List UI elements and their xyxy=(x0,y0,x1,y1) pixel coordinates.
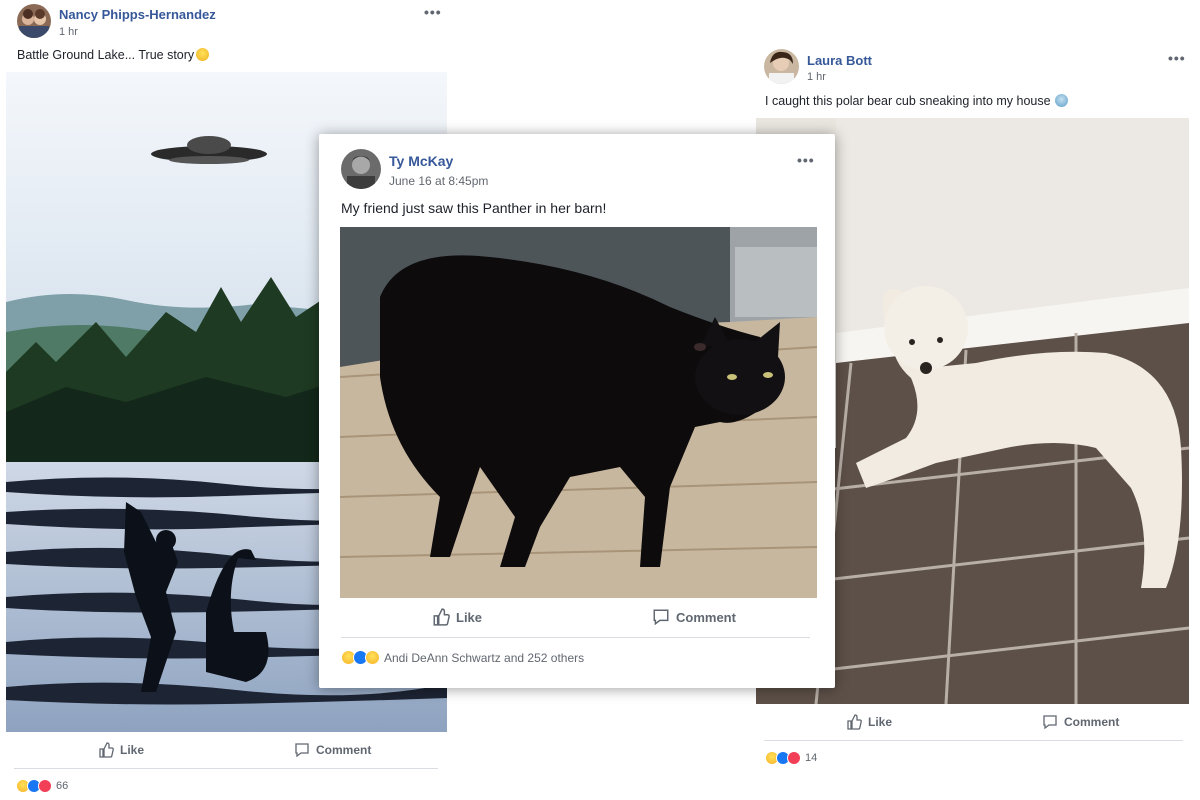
comment-button[interactable]: Comment xyxy=(652,608,736,626)
reactions-divider xyxy=(764,740,1183,741)
thumbs-up-icon xyxy=(99,742,114,758)
reaction-summary-text: Andi DeAnn Schwartz and 252 others xyxy=(384,650,585,665)
comment-bubble-icon xyxy=(653,609,669,626)
post-card-ty: Ty McKay June 16 at 8:45pm ••• My friend… xyxy=(319,134,835,688)
post-text: I caught this polar bear cub sneaking in… xyxy=(765,94,1068,108)
reaction-count: 14 xyxy=(805,752,818,764)
post-timestamp[interactable]: 1 hr xyxy=(59,26,78,38)
comment-bubble-icon xyxy=(1043,715,1057,730)
author-name[interactable]: Ty McKay xyxy=(389,153,453,169)
author-name[interactable]: Nancy Phipps-Hernandez xyxy=(59,7,216,22)
author-name[interactable]: Laura Bott xyxy=(807,53,872,68)
comment-button[interactable]: Comment xyxy=(294,742,371,758)
like-button[interactable]: Like xyxy=(98,742,144,758)
like-button[interactable]: Like xyxy=(846,714,892,730)
reactions-divider xyxy=(341,637,810,638)
author-avatar[interactable] xyxy=(17,4,51,38)
reaction-count: 66 xyxy=(56,780,69,792)
post-photo[interactable] xyxy=(340,227,817,598)
author-avatar[interactable] xyxy=(341,149,381,189)
smile-emoji-icon xyxy=(196,48,210,61)
post-timestamp[interactable]: 1 hr xyxy=(807,71,826,83)
scream-emoji-icon xyxy=(1054,94,1068,107)
post-text: My friend just saw this Panther in her b… xyxy=(341,200,607,216)
post-timestamp[interactable]: June 16 at 8:45pm xyxy=(389,174,488,188)
reactions-summary[interactable]: 14 xyxy=(765,751,817,765)
thumbs-up-icon xyxy=(847,714,862,730)
love-reaction-icon xyxy=(38,779,52,793)
reactions-summary[interactable]: Andi DeAnn Schwartz and 252 others xyxy=(341,650,584,665)
comment-button[interactable]: Comment xyxy=(1042,714,1119,730)
wow-reaction-icon xyxy=(365,650,380,665)
thumbs-up-icon xyxy=(433,608,450,626)
comment-bubble-icon xyxy=(295,743,309,758)
more-options-icon[interactable]: ••• xyxy=(424,5,442,19)
more-options-icon[interactable]: ••• xyxy=(1168,51,1186,65)
love-reaction-icon xyxy=(787,751,801,765)
more-options-icon[interactable]: ••• xyxy=(797,153,815,167)
like-button[interactable]: Like xyxy=(432,608,482,626)
post-text: Battle Ground Lake... True story xyxy=(17,48,210,62)
reactions-divider xyxy=(14,768,438,769)
reactions-summary[interactable]: 66 xyxy=(16,779,68,793)
author-avatar[interactable] xyxy=(764,49,799,84)
